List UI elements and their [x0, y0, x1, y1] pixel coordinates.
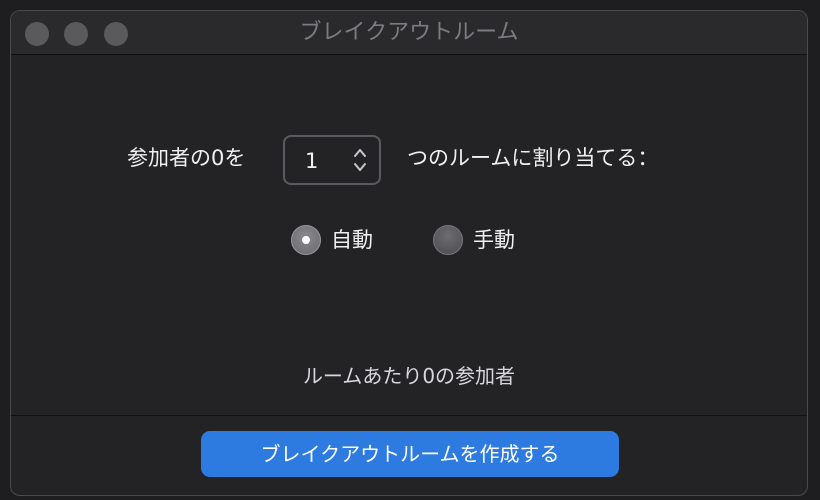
auto-assign-label[interactable]: 自動 — [331, 225, 373, 255]
assignment-mode-group: 自動 手動 — [11, 223, 807, 263]
stepper-arrows-icon[interactable] — [353, 145, 367, 175]
radio-selected-icon[interactable] — [291, 225, 321, 255]
window-title: ブレイクアウトルーム — [299, 20, 519, 45]
title-bar: ブレイクアウトルーム — [11, 11, 807, 55]
dialog-body: 参加者の0を 1 つのルームに割り当てる： 自動 手動 ルームあたり0の参加者 — [11, 55, 807, 415]
dialog-footer: ブレイクアウトルームを作成する — [11, 415, 807, 495]
room-count-stepper[interactable]: 1 — [283, 135, 381, 185]
participants-per-room-text: ルームあたり0の参加者 — [302, 364, 516, 388]
assign-suffix-label: つのルームに割り当てる： — [407, 146, 659, 170]
breakout-rooms-window: ブレイクアウトルーム 参加者の0を 1 つのルームに割り当てる： 自動 手動 ル… — [10, 10, 808, 496]
manual-assign-label[interactable]: 手動 — [473, 225, 515, 255]
create-breakout-rooms-button[interactable]: ブレイクアウトルームを作成する — [201, 431, 619, 477]
room-count-value: 1 — [305, 149, 319, 173]
assign-row: 参加者の0を 1 つのルームに割り当てる： — [11, 135, 807, 187]
radio-unselected-icon[interactable] — [433, 225, 463, 255]
assign-prefix-label: 参加者の0を — [127, 146, 246, 170]
